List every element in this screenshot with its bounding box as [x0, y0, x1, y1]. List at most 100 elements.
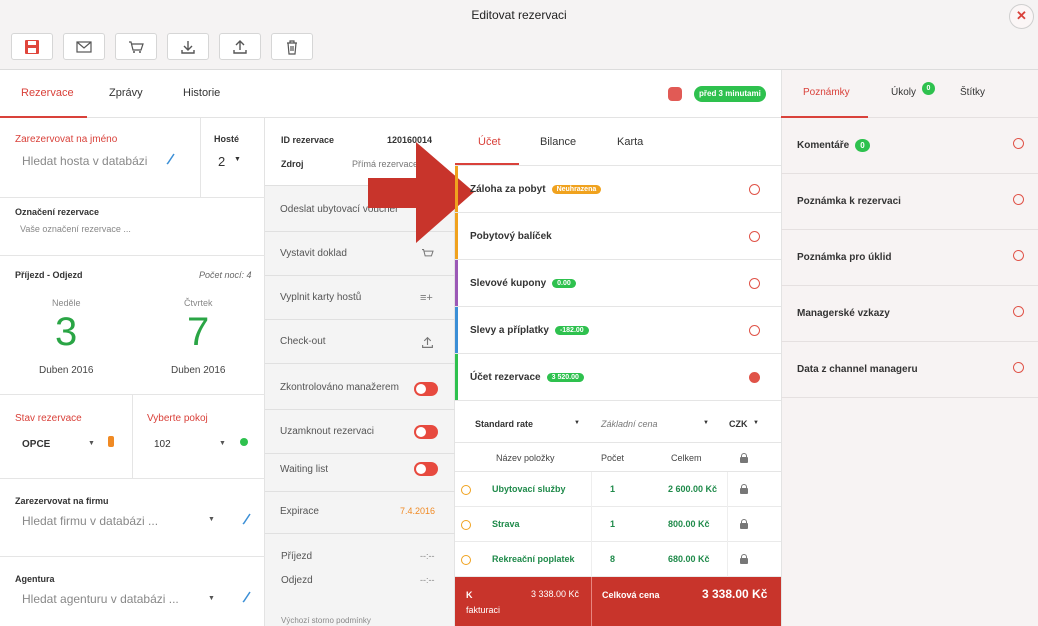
expand-ring-icon[interactable]: [1013, 306, 1024, 317]
waiting-list-toggle[interactable]: [414, 462, 438, 476]
account-section-1[interactable]: Záloha za pobyt Neuhrazena: [455, 166, 781, 213]
cart-button[interactable]: [115, 33, 157, 60]
chevron-down-icon[interactable]: ▼: [574, 420, 580, 426]
status-circle-icon[interactable]: [461, 485, 471, 495]
price-type-select[interactable]: Základní cena: [601, 419, 658, 429]
notes-item[interactable]: Data z channel manageru: [781, 342, 1038, 398]
expand-ring-icon[interactable]: [1013, 138, 1024, 149]
expand-ring-icon[interactable]: [749, 231, 760, 242]
expand-ring-icon[interactable]: [749, 325, 760, 336]
total-price-value: 3 338.00 Kč: [702, 587, 768, 601]
totals-bar: [455, 576, 781, 626]
agency-search-input[interactable]: Hledat agenturu v databázi ...: [22, 592, 179, 606]
tab-ucet[interactable]: Účet: [478, 136, 501, 148]
close-button[interactable]: ✕: [1009, 4, 1034, 29]
guests-count[interactable]: 2: [218, 154, 225, 169]
notes-item[interactable]: Poznámka k rezervaci: [781, 174, 1038, 230]
room-select[interactable]: 102: [154, 439, 171, 450]
chevron-down-icon[interactable]: ▼: [208, 595, 215, 602]
departure-date[interactable]: 7: [187, 310, 209, 355]
checked-by-manager-toggle[interactable]: [414, 382, 438, 396]
company-search-input[interactable]: Hledat firmu v databázi ...: [22, 514, 158, 528]
account-section-3[interactable]: Slevové kupony 0.00: [455, 260, 781, 307]
lock-icon: [740, 554, 748, 564]
notes-item[interactable]: Komentáře 0: [781, 118, 1038, 174]
divider: [591, 576, 592, 626]
tab-ukoly[interactable]: Úkoly: [891, 87, 916, 98]
expand-ring-icon[interactable]: [749, 184, 760, 195]
cancellation-terms-link[interactable]: Výchozí storno podmínky: [281, 616, 371, 625]
state-select[interactable]: OPCE: [22, 439, 50, 450]
section-badge: -182.00: [554, 325, 589, 335]
tag-input[interactable]: Vaše označení rezervace ...: [20, 224, 131, 234]
upload-button[interactable]: [219, 33, 261, 60]
divider: [727, 507, 728, 542]
tab-karta[interactable]: Karta: [617, 136, 643, 148]
departure-day: Čtvrtek: [184, 298, 213, 308]
section-label: Pobytový balíček: [470, 230, 552, 242]
notes-item[interactable]: Managerské vzkazy: [781, 286, 1038, 342]
status-circle-icon[interactable]: [461, 520, 471, 530]
section-badge: Neuhrazena: [551, 184, 602, 194]
cart-icon: [129, 40, 144, 53]
chevron-down-icon[interactable]: ▼: [219, 440, 226, 447]
tab-bilance[interactable]: Bilance: [540, 136, 576, 148]
email-button[interactable]: [63, 33, 105, 60]
item-name: Strava: [492, 519, 520, 529]
mail-icon: [76, 40, 92, 53]
divider: [0, 255, 265, 256]
tab-underline: [0, 116, 87, 118]
tab-historie[interactable]: Historie: [183, 87, 220, 99]
lock-reservation-toggle[interactable]: [414, 425, 438, 439]
chevron-down-icon[interactable]: ▼: [753, 420, 759, 426]
departure-time-value[interactable]: --:--: [420, 575, 435, 585]
notes-item[interactable]: Poznámka pro úklid: [781, 230, 1038, 286]
tab-zpravy[interactable]: Zprávy: [109, 87, 143, 99]
pencil-icon[interactable]: [242, 591, 252, 603]
company-label: Zarezervovat na firmu: [15, 496, 109, 506]
expand-ring-icon[interactable]: [1013, 250, 1024, 261]
tab-rezervace[interactable]: Rezervace: [21, 87, 74, 99]
chevron-down-icon[interactable]: ▼: [88, 440, 95, 447]
issue-document-label: Vystavit doklad: [280, 248, 347, 259]
save-button[interactable]: [11, 33, 53, 60]
tag-label: Označení rezervace: [15, 207, 100, 217]
column-header-count: Počet: [601, 453, 625, 463]
item-total: 2 600.00 Kč: [668, 484, 718, 494]
account-section-2[interactable]: Pobytový balíček: [455, 213, 781, 260]
upload-icon: [233, 39, 247, 54]
tasks-count-badge: 0: [922, 82, 935, 95]
pencil-icon[interactable]: [166, 153, 176, 165]
expand-ring-icon[interactable]: [1013, 194, 1024, 205]
section-color-bar: [455, 354, 458, 400]
tab-poznamky[interactable]: Poznámky: [803, 87, 850, 98]
guest-label: Zarezervovat na jméno: [15, 134, 118, 145]
chevron-down-icon[interactable]: ▼: [703, 420, 709, 426]
item-count: 8: [610, 554, 616, 564]
pencil-icon[interactable]: [242, 513, 252, 525]
notes-item-label: Data z channel manageru: [797, 364, 918, 375]
currency-select[interactable]: CZK: [729, 419, 748, 429]
trash-icon: [287, 39, 297, 55]
tab-stitky[interactable]: Štítky: [960, 87, 985, 98]
guest-search-input[interactable]: Hledat hosta v databázi: [22, 154, 147, 168]
account-section-4[interactable]: Slevy a příplatky -182.00: [455, 307, 781, 354]
expiration-value[interactable]: 7.4.2016: [400, 506, 435, 516]
arrival-date[interactable]: 3: [55, 310, 77, 355]
chevron-down-icon[interactable]: ▼: [234, 156, 241, 163]
notes-item-label: Poznámka pro úklid: [797, 252, 892, 263]
arrival-time-value[interactable]: --:--: [420, 551, 435, 561]
download-button[interactable]: [167, 33, 209, 60]
rate-select[interactable]: Standard rate: [475, 419, 533, 429]
expand-ring-icon[interactable]: [749, 278, 760, 289]
expand-dot-icon[interactable]: [749, 372, 760, 383]
nights-count: Počet nocí: 4: [199, 270, 252, 280]
expand-ring-icon[interactable]: [1013, 362, 1024, 373]
chevron-down-icon[interactable]: ▼: [208, 516, 215, 523]
divider: [591, 507, 592, 542]
agency-label: Agentura: [15, 574, 55, 584]
delete-button[interactable]: [271, 33, 313, 60]
status-circle-icon[interactable]: [461, 555, 471, 565]
id-label: ID rezervace: [281, 135, 335, 145]
account-section-5[interactable]: Účet rezervace 3 520.00: [455, 354, 781, 401]
